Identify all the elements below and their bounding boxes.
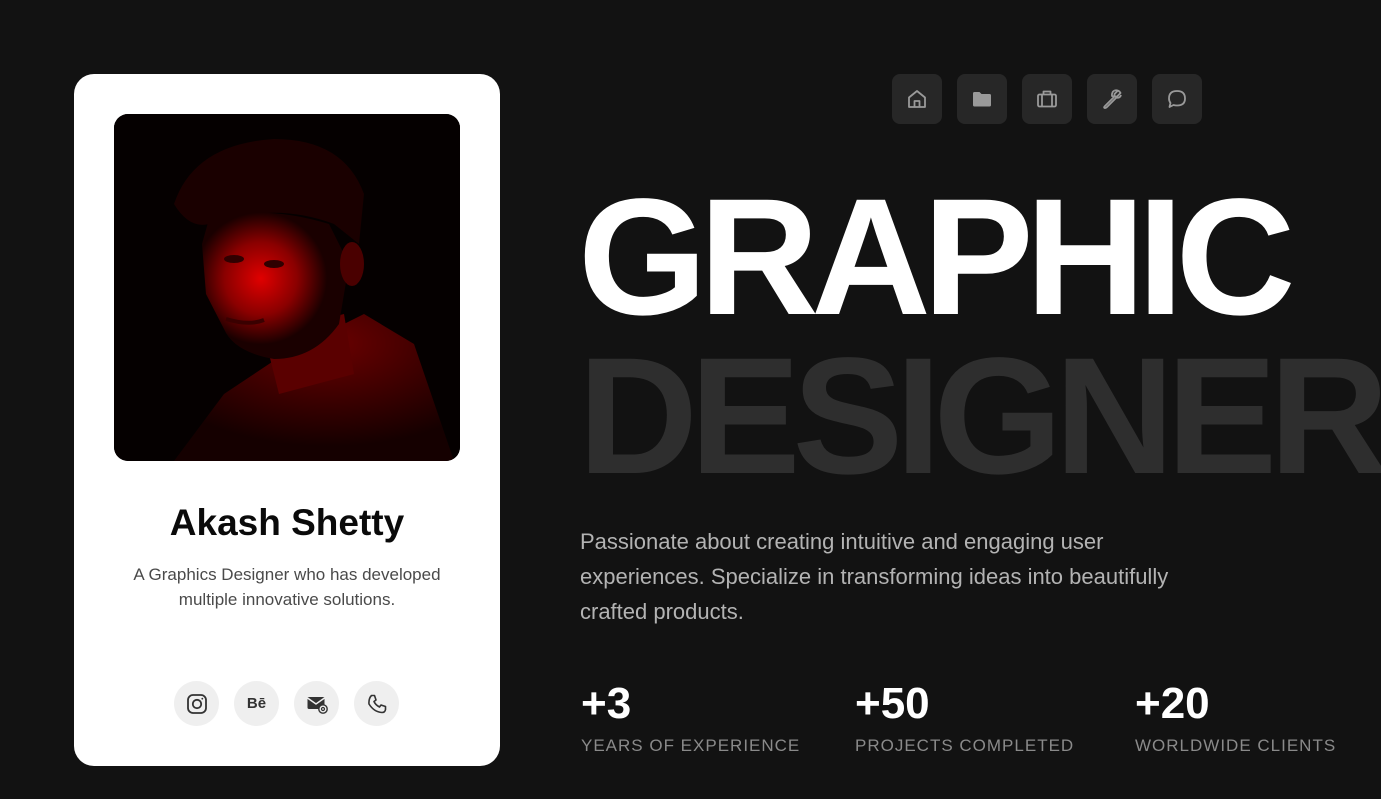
phone-button[interactable] [354,681,399,726]
hero-title-line1: GRAPHIC [578,165,1295,350]
profile-bio: A Graphics Designer who has developed mu… [133,565,441,609]
stat-value: +3 [581,679,632,728]
hero-title-line2: DESIGNER [578,324,1381,509]
profile-card: Akash Shetty A Graphics Designer who has… [74,74,500,766]
profile-name: Akash Shetty [169,502,405,543]
behance-button[interactable]: Bē [234,681,279,726]
instagram-button[interactable] [174,681,219,726]
briefcase-icon [1037,90,1057,108]
social-links: Bē [174,681,399,726]
stat-value: +50 [855,679,930,728]
profile-photo [114,114,460,461]
stat-label: PROJECTS COMPLETED [855,736,1075,755]
chat-icon [1168,90,1186,108]
stat-value: +20 [1135,679,1210,728]
nav-tools-button[interactable] [1087,74,1137,124]
stat-label: WORLDWIDE CLIENTS [1135,736,1337,755]
nav-projects-button[interactable] [957,74,1007,124]
email-button[interactable] [294,681,339,726]
mail-icon [306,696,328,714]
top-navigation [892,74,1202,124]
portrait-image [114,114,460,461]
wrench-icon [1103,89,1122,110]
nav-work-button[interactable] [1022,74,1072,124]
instagram-icon [186,693,207,714]
nav-home-button[interactable] [892,74,942,124]
home-icon [908,90,926,108]
nav-chat-button[interactable] [1152,74,1202,124]
stat-projects: +50 PROJECTS COMPLETED [855,676,1074,756]
phone-icon [367,694,386,713]
stat-experience: +3 YEARS OF EXPERIENCE [581,676,800,756]
stat-label: YEARS OF EXPERIENCE [581,736,801,755]
hero-intro: Passionate about creating intuitive and … [580,529,1169,624]
folder-icon [973,92,991,107]
behance-icon: Bē [246,695,267,712]
stat-clients: +20 WORLDWIDE CLIENTS [1135,676,1336,756]
